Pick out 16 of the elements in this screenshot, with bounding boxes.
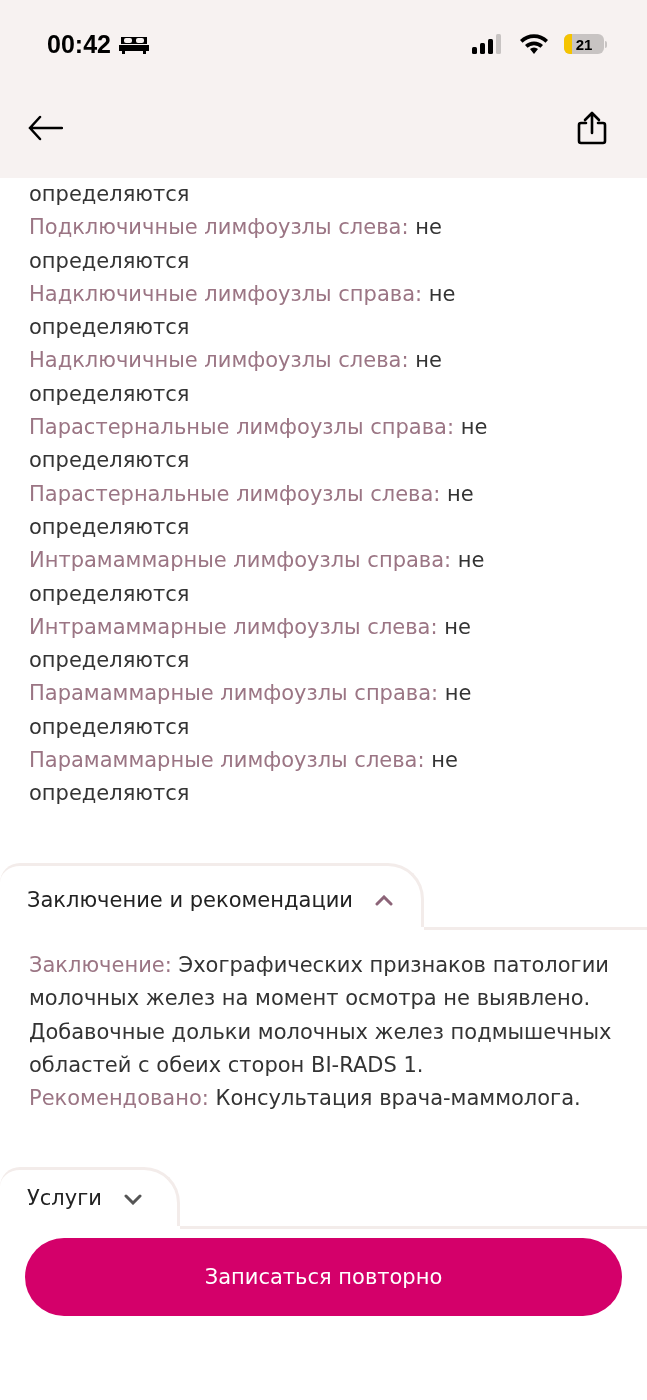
bed-icon [118,34,149,54]
share-icon[interactable] [577,111,607,145]
clock-time: 00:42 [47,29,111,59]
back-arrow-icon[interactable] [27,115,63,141]
chevron-up-icon[interactable] [375,894,393,906]
wifi-icon [520,34,548,54]
chevron-down-icon[interactable] [123,1193,142,1205]
rebook-button[interactable]: Записаться повторно [25,1238,622,1316]
result-field: Парамаммарные лимфоузлы слева: не определяются [29,744,499,811]
result-field: Заключение: Эхографических признаков патологии молочных желез на момент осмотра не выявлено. Добавочные дольки молочных желез подмышечных областей с обеих сторон BI-RADS 1. [29,948,618,1083]
battery-icon: 21 [564,34,607,54]
section-tab[interactable]: Заключение и рекомендации [0,862,424,927]
section-tab[interactable]: Услуги [0,1167,180,1226]
result-text: определяются [29,181,191,208]
result-field: Рекомендовано: Консультация врача-маммолога. [29,1082,618,1116]
signal-icon [472,34,502,54]
